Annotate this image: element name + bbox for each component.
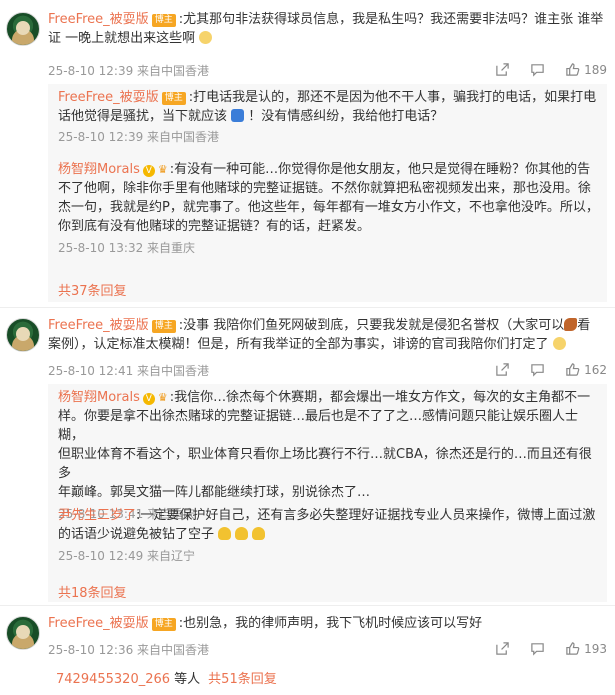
reply-time: 25-8-10 12:39 来自中国香港: [58, 130, 220, 144]
reply-username[interactable]: 杨智翔Morals: [58, 390, 140, 405]
more-replies-link[interactable]: 共18条回复: [58, 582, 127, 601]
like-button[interactable]: 162: [565, 362, 607, 377]
emoji-icon: [199, 31, 213, 44]
crown-icon: ♛: [157, 163, 168, 176]
reply-username[interactable]: 7429455320_266: [56, 672, 170, 687]
lightbulb-emoji-icon: [252, 527, 266, 540]
author-badge: 博主: [151, 618, 176, 631]
like-icon: [566, 63, 580, 76]
rugby-emoji-icon: [564, 318, 578, 331]
reply-username[interactable]: 尹先生三岁了: [58, 508, 136, 523]
share-button[interactable]: [495, 62, 510, 77]
share-button[interactable]: [495, 641, 510, 656]
reply-box: FreeFree_被耍版 博主:打电话我是认的，那还不是因为他不干人事，骗我打的电…: [48, 84, 607, 302]
comment-username[interactable]: FreeFree_被耍版: [48, 318, 149, 333]
crown-icon: ♛: [157, 391, 168, 404]
reply-item: 尹先生三岁了:一定要保护好自己，还有言多必失整理好证据找专业人员来操作，微博上面…: [58, 506, 599, 564]
more-replies-link[interactable]: 共51条回复: [208, 672, 277, 687]
reply-item: 杨智翔Morals V ♛:我信你…徐杰每个休赛期，都会爆出一堆女方作文，每次的女主…: [58, 388, 599, 522]
comment-time: 25-8-10 12:41 来自中国香港: [48, 364, 210, 378]
reply-time: 25-8-10 13:32 来自重庆: [58, 241, 196, 255]
police-car-emoji-icon: [231, 109, 245, 122]
comment-icon: [531, 364, 544, 377]
comment-time: 25-8-10 12:39 来自中国香港: [48, 64, 210, 78]
like-button[interactable]: 193: [565, 641, 607, 656]
vip-icon: V: [142, 393, 155, 405]
share-icon: [496, 363, 509, 376]
avatar[interactable]: [6, 12, 40, 46]
comment-button[interactable]: [530, 362, 545, 377]
reply-box: 杨智翔Morals V ♛:我信你…徐杰每个休赛期，都会爆出一堆女方作文，每次的女主…: [48, 384, 607, 602]
reply-username[interactable]: 杨智翔Morals: [58, 162, 140, 177]
like-count: 189: [584, 62, 607, 77]
comment-icon: [531, 64, 544, 77]
comment-icon: [531, 643, 544, 656]
reply-item: FreeFree_被耍版 博主:打电话我是认的，那还不是因为他不干人事，骗我打的电…: [58, 88, 599, 145]
divider: [0, 605, 615, 606]
avatar[interactable]: [6, 616, 40, 650]
author-badge: 博主: [151, 320, 176, 333]
comment-text: FreeFree_被耍版 博主:尤其那句非法获得球员信息，我是私生吗？我还需要非法…: [48, 12, 604, 27]
lightbulb-emoji-icon: [235, 527, 249, 540]
bottom-replies-summary: 7429455320_266 等人 共51条回复: [56, 672, 277, 687]
comment-username[interactable]: FreeFree_被耍版: [48, 12, 149, 27]
share-icon: [496, 63, 509, 76]
lightbulb-emoji-icon: [218, 527, 232, 540]
avatar[interactable]: [6, 318, 40, 352]
comment-time: 25-8-10 12:36 来自中国香港: [48, 643, 210, 657]
share-button[interactable]: [495, 362, 510, 377]
comment-button[interactable]: [530, 62, 545, 77]
divider: [0, 307, 615, 308]
like-count: 162: [584, 362, 607, 377]
vip-icon: V: [142, 165, 155, 177]
reply-username[interactable]: FreeFree_被耍版: [58, 90, 159, 105]
like-button[interactable]: 189: [565, 62, 607, 77]
like-icon: [566, 642, 580, 655]
comment-button[interactable]: [530, 641, 545, 656]
author-badge: 博主: [151, 14, 176, 27]
more-replies-link[interactable]: 共37条回复: [58, 280, 127, 299]
like-icon: [566, 363, 580, 376]
author-badge: 博主: [161, 92, 186, 105]
smile-emoji-icon: [552, 337, 566, 350]
like-count: 193: [584, 641, 607, 656]
comment-username[interactable]: FreeFree_被耍版: [48, 616, 149, 631]
reply-item: 杨智翔Morals V ♛:有没有一种可能…你觉得你是他女朋友，他只是觉得在睡粉？你…: [58, 162, 599, 255]
reply-time: 25-8-10 12:49 来自辽宁: [58, 549, 196, 563]
share-icon: [496, 642, 509, 655]
